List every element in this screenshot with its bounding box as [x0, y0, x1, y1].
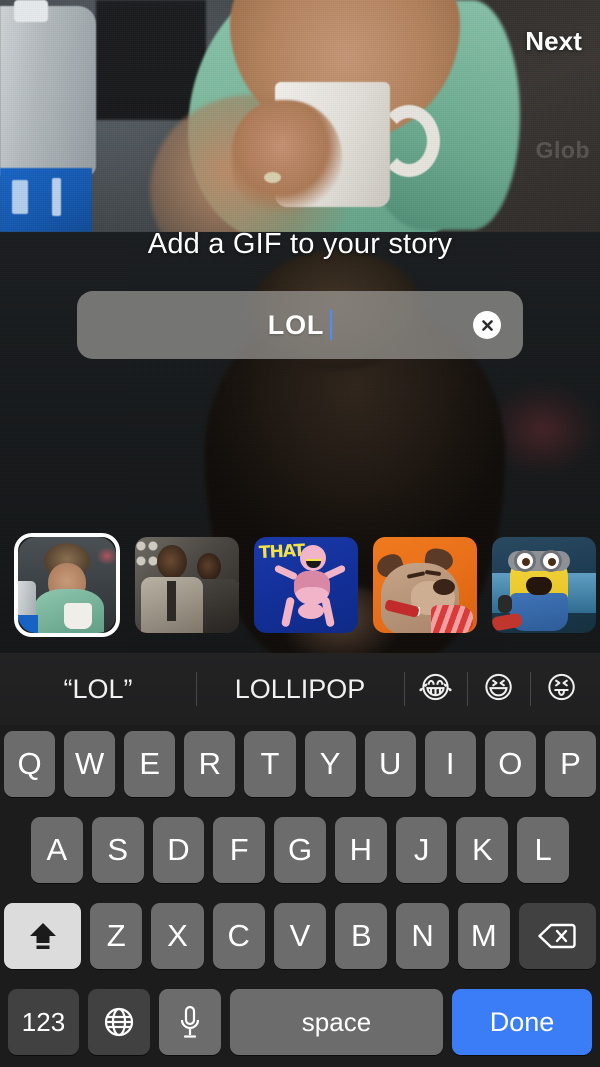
clear-search-button[interactable] [473, 311, 501, 339]
key-i[interactable]: I [424, 731, 476, 797]
key-b[interactable]: B [335, 903, 388, 969]
keyboard-row-3: Z X C V B N M [0, 903, 600, 969]
key-w[interactable]: W [64, 731, 116, 797]
microphone-icon [180, 1005, 200, 1038]
key-a[interactable]: A [30, 817, 83, 883]
gif-search-input-value[interactable]: LOL [268, 310, 324, 341]
suggestion-quoted[interactable]: “LOL” [0, 674, 196, 705]
key-o[interactable]: O [484, 731, 536, 797]
globe-language-icon [104, 1007, 134, 1037]
key-l[interactable]: L [517, 817, 570, 883]
key-k[interactable]: K [456, 817, 509, 883]
predictive-suggestion-bar: “LOL” LOLLIPOP 😂 😆 😝 [0, 653, 600, 725]
suggestion-emoji-tongue[interactable]: 😝 [530, 674, 593, 704]
key-f[interactable]: F [213, 817, 266, 883]
keyboard-row-4: 123 space Done [0, 989, 600, 1055]
gif-result-minion-laughing[interactable] [492, 537, 596, 633]
key-x[interactable]: X [151, 903, 204, 969]
key-s[interactable]: S [91, 817, 144, 883]
key-d[interactable]: D [152, 817, 205, 883]
ios-keyboard: “LOL” LOLLIPOP 😂 😆 😝 Q W E R T Y U I O P… [0, 653, 600, 1067]
return-done-key[interactable]: Done [452, 989, 592, 1055]
gif-picker-title: Add a GIF to your story [147, 228, 453, 260]
app-screen: Glob Next Add a GIF to your story LOL TH… [0, 0, 600, 1067]
gif-search-field[interactable]: LOL [77, 291, 523, 359]
suggestion-word[interactable]: LOLLIPOP [196, 674, 404, 705]
keyboard-row-2: A S D F G H J K L [0, 817, 600, 883]
key-p[interactable]: P [544, 731, 596, 797]
shift-up-arrow-icon [29, 923, 56, 949]
keyboard-row-1: Q W E R T Y U I O P [0, 731, 600, 797]
key-h[interactable]: H [334, 817, 387, 883]
backspace-key[interactable] [518, 903, 596, 969]
key-j[interactable]: J [395, 817, 448, 883]
photo-watermark: Glob [535, 137, 590, 163]
key-g[interactable]: G [274, 817, 326, 883]
suggestion-emoji-laughing[interactable]: 😆 [467, 674, 530, 704]
globe-key[interactable] [88, 989, 150, 1055]
key-e[interactable]: E [124, 731, 176, 797]
key-q[interactable]: Q [4, 731, 56, 797]
key-t[interactable]: T [244, 731, 296, 797]
gif-results-strip[interactable]: THAT [0, 533, 600, 637]
backspace-delete-icon [538, 923, 577, 949]
key-r[interactable]: R [184, 731, 236, 797]
key-m[interactable]: M [457, 903, 510, 969]
key-v[interactable]: V [273, 903, 327, 969]
numbers-key[interactable]: 123 [8, 989, 79, 1055]
text-caret [330, 310, 333, 340]
next-button[interactable]: Next [525, 26, 582, 57]
key-z[interactable]: Z [90, 903, 143, 969]
gif-result-two-men-suits[interactable] [135, 537, 239, 633]
key-y[interactable]: Y [304, 731, 356, 797]
dictation-key[interactable] [159, 989, 221, 1055]
space-key[interactable]: space [230, 989, 443, 1055]
gif-result-muttley-dog[interactable] [373, 537, 477, 633]
key-c[interactable]: C [212, 903, 265, 969]
key-n[interactable]: N [396, 903, 449, 969]
gif-result-woman-laughing-coffee[interactable] [14, 533, 120, 637]
key-u[interactable]: U [364, 731, 416, 797]
gif-result-that-skeleton[interactable]: THAT [254, 537, 358, 633]
suggestion-emoji-joy[interactable]: 😂 [404, 674, 467, 704]
clear-circle-icon [481, 319, 493, 331]
shift-key[interactable] [4, 903, 82, 969]
